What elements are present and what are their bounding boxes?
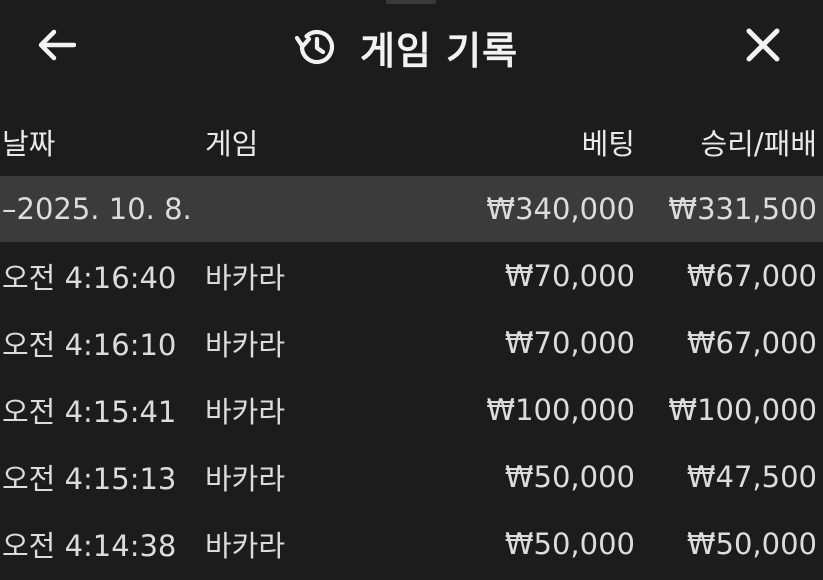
row-time: 오전 4:14:38 bbox=[2, 528, 177, 563]
history-table: 날짜 게임 베팅 승리/패배 –2025. 10. 8. ₩340,000 ₩3… bbox=[0, 108, 823, 577]
row-bet: ₩50,000 bbox=[504, 526, 635, 561]
page-title: 게임 기록 bbox=[360, 28, 519, 73]
column-header-game: 게임 bbox=[205, 127, 259, 161]
row-bet: ₩70,000 bbox=[504, 325, 635, 360]
summary-date: –2025. 10. 8. bbox=[2, 192, 192, 226]
row-win-loss: ₩50,000 bbox=[686, 526, 817, 561]
row-game: 바카라 bbox=[205, 327, 286, 362]
date-summary-row[interactable]: –2025. 10. 8. ₩340,000 ₩331,500 bbox=[0, 176, 823, 242]
row-win-loss: ₩67,000 bbox=[686, 258, 817, 293]
row-time: 오전 4:15:41 bbox=[2, 394, 177, 429]
column-header-win-loss: 승리/패배 bbox=[700, 127, 818, 161]
history-icon bbox=[292, 24, 338, 70]
row-game: 바카라 bbox=[205, 394, 286, 429]
back-button[interactable] bbox=[30, 24, 82, 70]
row-bet: ₩50,000 bbox=[504, 459, 635, 494]
arrow-left-icon bbox=[36, 28, 77, 66]
close-icon bbox=[744, 26, 782, 68]
summary-bet: ₩340,000 bbox=[486, 192, 635, 226]
table-header: 날짜 게임 베팅 승리/패배 bbox=[0, 108, 823, 176]
row-game: 바카라 bbox=[205, 260, 286, 295]
row-game: 바카라 bbox=[205, 461, 286, 496]
table-row[interactable]: 오전 4:14:38 바카라 ₩50,000 ₩50,000 bbox=[0, 510, 823, 577]
table-row[interactable]: 오전 4:15:41 바카라 ₩100,000 ₩100,000 bbox=[0, 376, 823, 443]
close-button[interactable] bbox=[736, 22, 790, 72]
page-title-group: 게임 기록 bbox=[292, 18, 518, 76]
column-header-date: 날짜 bbox=[2, 127, 56, 161]
row-time: 오전 4:15:13 bbox=[2, 461, 177, 496]
summary-win-loss: ₩331,500 bbox=[668, 192, 817, 226]
row-time: 오전 4:16:10 bbox=[2, 327, 177, 362]
row-win-loss: ₩67,000 bbox=[686, 325, 817, 360]
row-game: 바카라 bbox=[205, 528, 286, 563]
game-history-screen: 게임 기록 날짜 게임 베팅 승리/패배 –2025. 10. 8. ₩340,… bbox=[0, 0, 823, 580]
row-time: 오전 4:16:40 bbox=[2, 260, 177, 295]
row-win-loss: ₩47,500 bbox=[686, 459, 817, 494]
row-win-loss: ₩100,000 bbox=[668, 392, 817, 427]
column-header-bet: 베팅 bbox=[581, 127, 635, 161]
row-bet: ₩70,000 bbox=[504, 258, 635, 293]
table-row[interactable]: 오전 4:15:13 바카라 ₩50,000 ₩47,500 bbox=[0, 443, 823, 510]
row-bet: ₩100,000 bbox=[486, 392, 635, 427]
header: 게임 기록 bbox=[0, 0, 823, 95]
table-row[interactable]: 오전 4:16:40 바카라 ₩70,000 ₩67,000 bbox=[0, 242, 823, 309]
table-row[interactable]: 오전 4:16:10 바카라 ₩70,000 ₩67,000 bbox=[0, 309, 823, 376]
